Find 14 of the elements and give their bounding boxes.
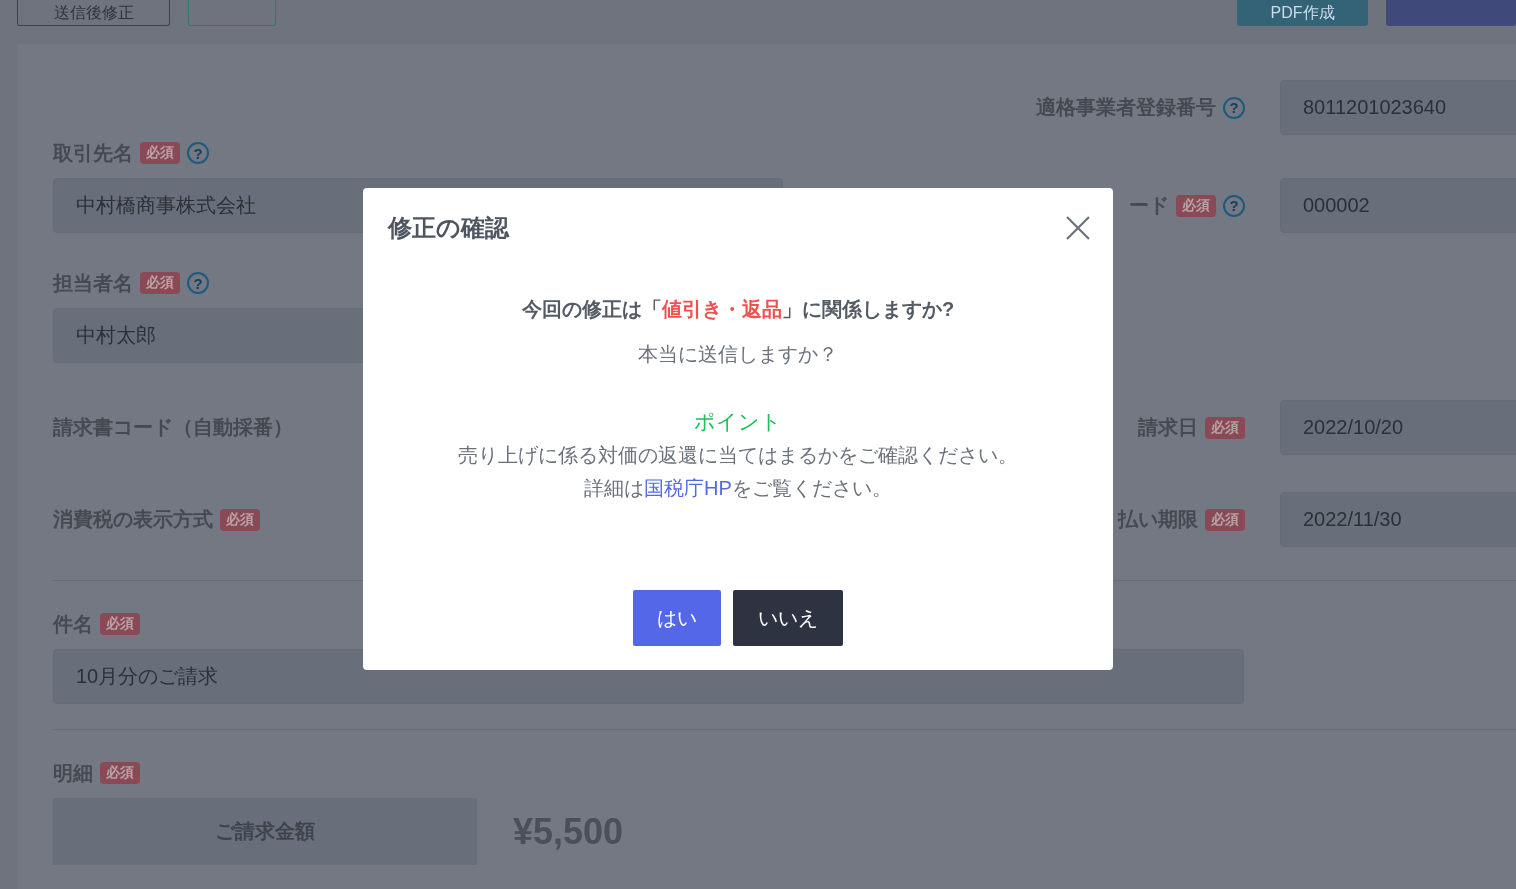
required-badge: 必須 [1176, 194, 1216, 217]
question-text: 今回の修正は「値引き・返品」に関係しますか? [521, 297, 955, 322]
point-text: 売り上げに係る対価の返還に当てはまるかをご確認ください。 [458, 443, 1018, 468]
confirm-text: 本当に送信しますか？ [638, 342, 838, 367]
required-badge: 必須 [100, 762, 140, 784]
dialog-title: 修正の確認 [388, 213, 509, 243]
detail-text: 詳細は国税庁HPをご覧ください。 [584, 476, 892, 501]
required-badge: 必須 [1205, 416, 1245, 439]
required-badge: 必須 [220, 508, 260, 531]
required-badge: 必須 [100, 613, 140, 635]
required-badge: 必須 [140, 142, 180, 164]
point-heading: ポイント [694, 409, 782, 435]
required-badge: 必須 [1205, 508, 1245, 531]
required-badge: 必須 [140, 272, 180, 294]
